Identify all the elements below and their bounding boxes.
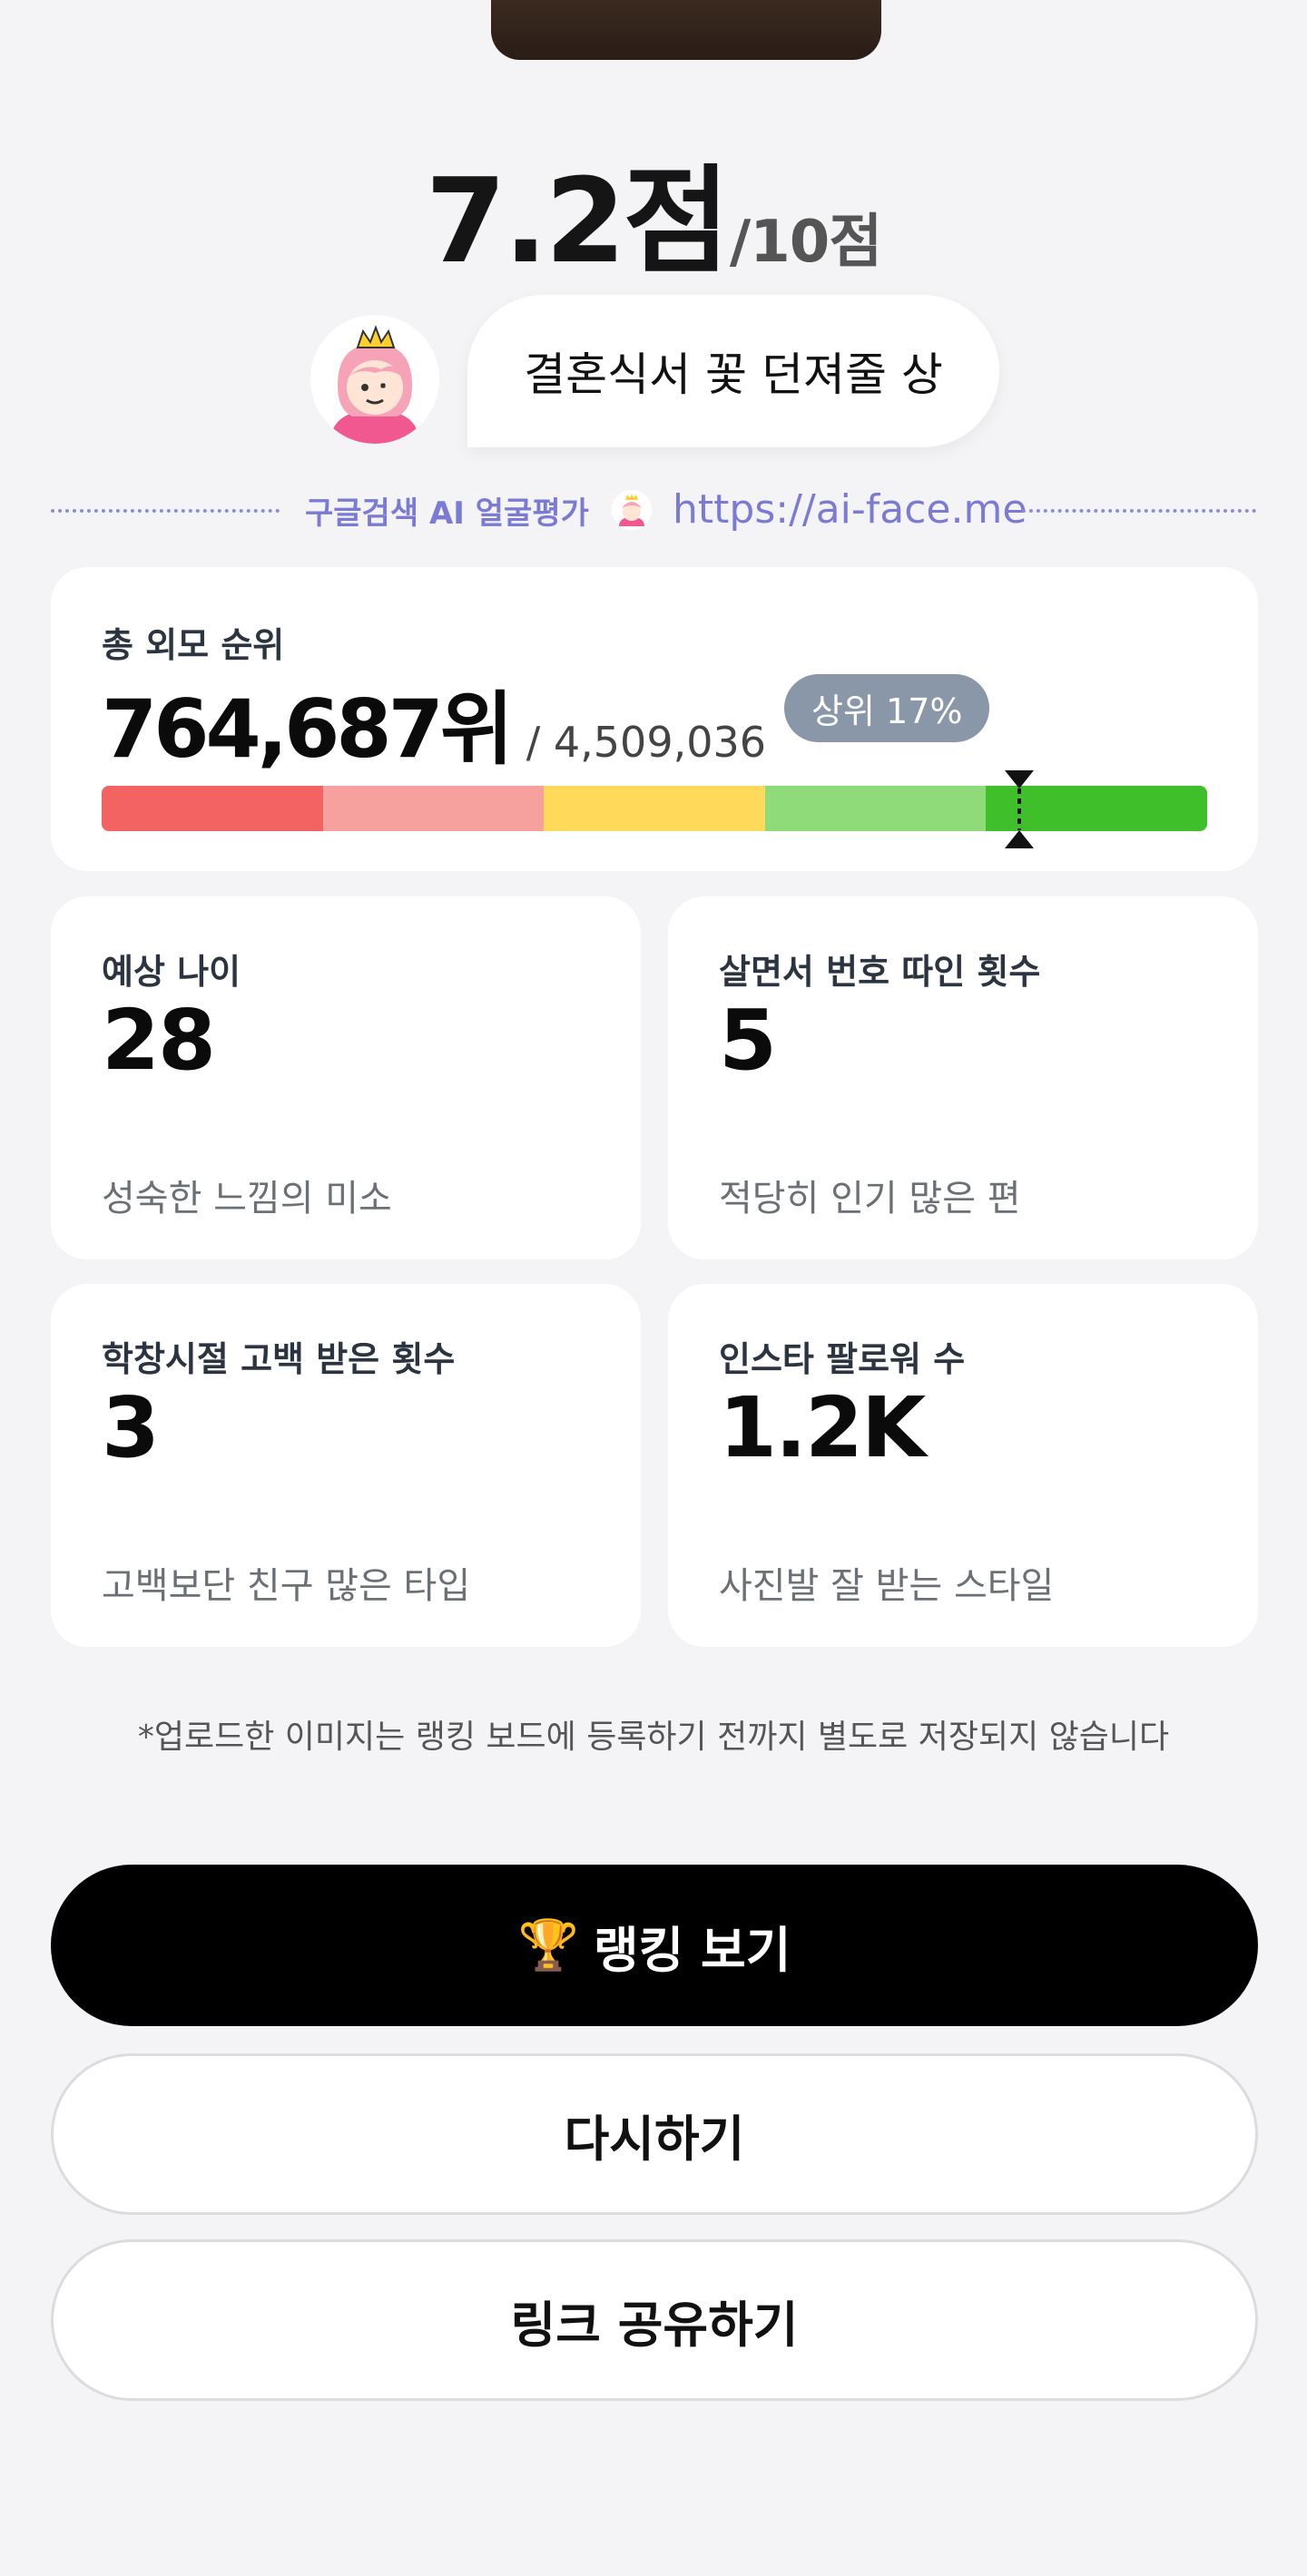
- award-text: 결혼식서 꽃 던져줄 상: [524, 348, 943, 401]
- view-ranking-label: 랭킹 보기: [593, 1921, 791, 1979]
- retry-button[interactable]: 다시하기: [51, 2053, 1258, 2215]
- rank-bar-segment: [322, 786, 545, 831]
- score-display: 7.2점 /10점: [0, 127, 1307, 295]
- award-bubble: 결혼식서 꽃 던져줄 상: [467, 295, 999, 447]
- dotted-divider-left: [51, 509, 280, 513]
- stat-label: 예상 나이: [102, 952, 241, 992]
- rank-line: 764,687위 / 4,509,036 상위 17%: [102, 665, 990, 776]
- stat-value: 1.2K: [719, 1379, 926, 1476]
- mini-avatar-icon: [612, 490, 652, 530]
- privacy-notice: *업로드한 이미지는 랭킹 보드에 등록하기 전까지 별도로 저장되지 않습니다: [137, 1719, 1170, 1756]
- rank-position-marker-icon: [1004, 770, 1034, 848]
- score-max: /10점: [729, 209, 882, 276]
- stat-desc: 사진발 잘 받는 스타일: [719, 1565, 1055, 1607]
- retry-label: 다시하기: [564, 2110, 745, 2168]
- stat-label: 인스타 팔로워 수: [719, 1339, 966, 1379]
- rank-value: 764,687위: [102, 682, 514, 776]
- trophy-icon: 🏆: [517, 1916, 579, 1974]
- stat-card-followers: 인스타 팔로워 수 1.2K 사진발 잘 받는 스타일: [668, 1284, 1258, 1647]
- stat-card-phone-asks: 살면서 번호 따인 횟수 5 적당히 인기 많은 편: [668, 896, 1258, 1259]
- stat-value: 5: [719, 992, 777, 1089]
- stat-card-age: 예상 나이 28 성숙한 느낌의 미소: [51, 896, 641, 1259]
- brand-name: 구글검색 AI 얼굴평가: [305, 495, 589, 532]
- rank-bar-segment: [764, 786, 987, 831]
- stat-desc: 고백보단 친구 많은 타입: [102, 1565, 471, 1607]
- stat-desc: 성숙한 느낌의 미소: [102, 1178, 392, 1219]
- stat-desc: 적당히 인기 많은 편: [719, 1178, 1021, 1219]
- stat-value: 3: [102, 1379, 160, 1476]
- total-rank-card: 총 외모 순위 764,687위 / 4,509,036 상위 17%: [51, 567, 1258, 871]
- rank-gradient-bar: [102, 786, 1207, 831]
- uploaded-photo: [491, 0, 881, 60]
- site-url-link[interactable]: https://ai-face.me: [673, 486, 1027, 533]
- stat-card-confessions: 학창시절 고백 받은 횟수 3 고백보단 친구 많은 타입: [51, 1284, 641, 1647]
- share-link-button[interactable]: 링크 공유하기: [51, 2239, 1258, 2401]
- rank-label: 총 외모 순위: [102, 625, 285, 665]
- percentile-badge: 상위 17%: [784, 673, 990, 742]
- rank-total: / 4,509,036: [526, 718, 767, 767]
- stat-value: 28: [102, 992, 216, 1089]
- princess-avatar-icon: [310, 315, 439, 444]
- brand-banner: 구글검색 AI 얼굴평가 https://ai-face.me: [51, 481, 1256, 537]
- share-link-label: 링크 공유하기: [510, 2296, 799, 2354]
- dotted-divider-right: [1022, 509, 1256, 513]
- rank-bar-segment: [102, 786, 323, 831]
- view-ranking-button[interactable]: 🏆 랭킹 보기: [51, 1865, 1258, 2026]
- award-row: 결혼식서 꽃 던져줄 상: [0, 295, 1307, 449]
- rank-bar-segment: [544, 786, 765, 831]
- stat-label: 살면서 번호 따인 횟수: [719, 952, 1041, 992]
- stat-label: 학창시절 고백 받은 횟수: [102, 1339, 456, 1379]
- score-value: 7.2점: [425, 154, 731, 289]
